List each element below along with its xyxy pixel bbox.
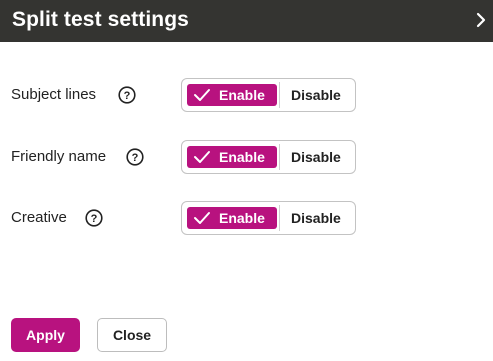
disable-label: Disable [291,87,341,103]
setting-label: Creative [11,209,67,226]
apply-button[interactable]: Apply [11,318,80,352]
checkmark-icon [193,149,211,165]
enable-label: Enable [219,210,265,226]
help-icon[interactable]: ? [85,209,103,227]
setting-label: Friendly name [11,148,107,165]
enable-option[interactable]: Enable [187,146,277,168]
help-icon[interactable]: ? [118,86,136,104]
setting-row-subject-lines: Subject lines ? Enable Disable [0,78,493,112]
svg-text:?: ? [124,90,131,102]
close-button[interactable]: Close [97,318,167,352]
disable-label: Disable [291,149,341,165]
enable-option[interactable]: Enable [187,84,277,106]
help-icon[interactable]: ? [126,148,144,166]
disable-label: Disable [291,210,341,226]
disable-option[interactable]: Disable [280,202,355,234]
enable-disable-toggle: Enable Disable [181,201,356,235]
svg-text:?: ? [132,152,139,164]
disable-option[interactable]: Disable [280,79,355,111]
setting-row-creative: Creative ? Enable Disable [0,201,493,235]
enable-label: Enable [219,149,265,165]
enable-option[interactable]: Enable [187,207,277,229]
panel-title: Split test settings [12,8,189,31]
disable-option[interactable]: Disable [280,141,355,173]
setting-label: Subject lines [11,86,97,103]
svg-text:?: ? [91,213,98,225]
checkmark-icon [193,210,211,226]
chevron-right-icon[interactable] [472,9,490,31]
setting-row-friendly-name: Friendly name ? Enable Disable [0,140,493,174]
checkmark-icon [193,87,211,103]
enable-disable-toggle: Enable Disable [181,140,356,174]
panel-header: Split test settings [0,0,493,42]
enable-disable-toggle: Enable Disable [181,78,356,112]
enable-label: Enable [219,87,265,103]
